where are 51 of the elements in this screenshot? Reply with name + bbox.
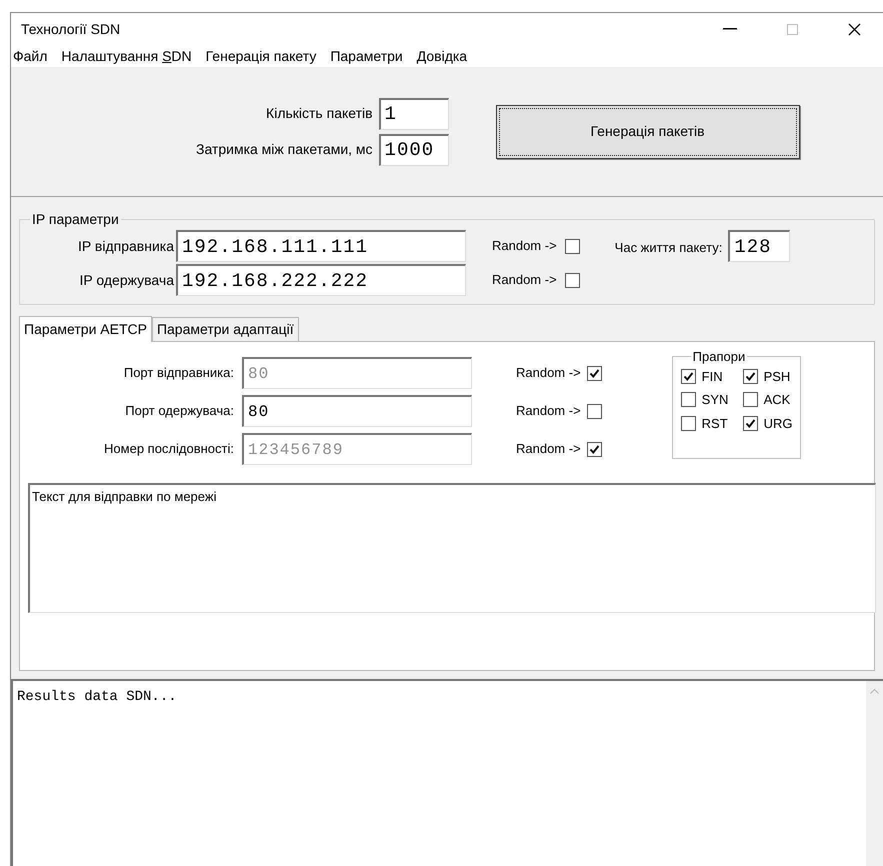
tab[interactable]: Параметри адаптації bbox=[152, 317, 299, 341]
field-label: Порт відправника: bbox=[122, 364, 235, 382]
checkbox[interactable] bbox=[742, 416, 758, 431]
menu-item[interactable]: Довідка bbox=[416, 46, 468, 66]
tcp-field[interactable]: 80 bbox=[242, 395, 472, 427]
field-label: Час життя пакету: bbox=[614, 239, 722, 257]
flag-label: URG bbox=[764, 414, 792, 432]
checkbox[interactable] bbox=[586, 404, 602, 418]
checkbox[interactable] bbox=[742, 392, 758, 408]
ip-address-field[interactable]: 192.168.222.222 bbox=[176, 264, 466, 296]
group-title: IP параметри bbox=[31, 210, 120, 229]
results-field[interactable]: Results data SDN... bbox=[11, 679, 883, 866]
random-label: Random -> bbox=[516, 402, 581, 420]
field-label: Кількість пакетів bbox=[266, 104, 373, 123]
generate-button[interactable]: Генерація пакетів bbox=[496, 104, 800, 158]
random-label: Random -> bbox=[516, 440, 581, 458]
random-label: Random -> bbox=[492, 237, 557, 256]
checkbox[interactable] bbox=[680, 416, 696, 431]
menu-item[interactable]: Параметри bbox=[330, 46, 403, 66]
delay-field[interactable]: 1000 bbox=[378, 134, 449, 166]
minimize-icon[interactable] bbox=[723, 28, 737, 30]
close-icon[interactable] bbox=[848, 22, 861, 36]
checkbox[interactable] bbox=[680, 368, 696, 384]
group-title: Прапори bbox=[692, 348, 746, 366]
menu-item[interactable]: Файл bbox=[13, 46, 48, 66]
packet-count-field[interactable]: 1 bbox=[378, 98, 449, 130]
field-label: Затримка між пакетами, мс bbox=[196, 140, 373, 159]
menu-item[interactable]: Генерація пакету bbox=[206, 46, 316, 66]
flag-label: ACK bbox=[764, 391, 790, 409]
field-label: IP одержувача bbox=[78, 270, 174, 290]
window-title: Технології SDN bbox=[21, 20, 120, 38]
field-label: Порт одержувача: bbox=[124, 402, 235, 420]
message-field[interactable]: Текст для відправки по мережі bbox=[28, 483, 876, 613]
ttl-field[interactable]: 128 bbox=[728, 230, 790, 262]
field-label: IP відправника bbox=[77, 236, 174, 256]
tab[interactable]: Параметри AETCP bbox=[19, 316, 152, 342]
flag-label: FIN bbox=[702, 368, 723, 386]
flag-label: PSH bbox=[764, 368, 790, 386]
field-label: Номер послідовності: bbox=[103, 440, 235, 458]
random-label: Random -> bbox=[516, 364, 581, 382]
flag-label: SYN bbox=[702, 391, 728, 409]
checkbox[interactable] bbox=[564, 238, 580, 254]
results-text: Results data SDN... bbox=[17, 689, 177, 705]
random-label: Random -> bbox=[492, 271, 557, 290]
checkbox[interactable] bbox=[680, 392, 696, 408]
flag-label: RST bbox=[702, 414, 728, 432]
checkbox[interactable] bbox=[564, 272, 580, 288]
checkbox[interactable] bbox=[742, 368, 758, 384]
scrollbar[interactable] bbox=[866, 681, 883, 866]
menu-item[interactable]: Налаштування SDN bbox=[61, 46, 192, 66]
ip-address-field[interactable]: 192.168.111.111 bbox=[176, 230, 466, 262]
